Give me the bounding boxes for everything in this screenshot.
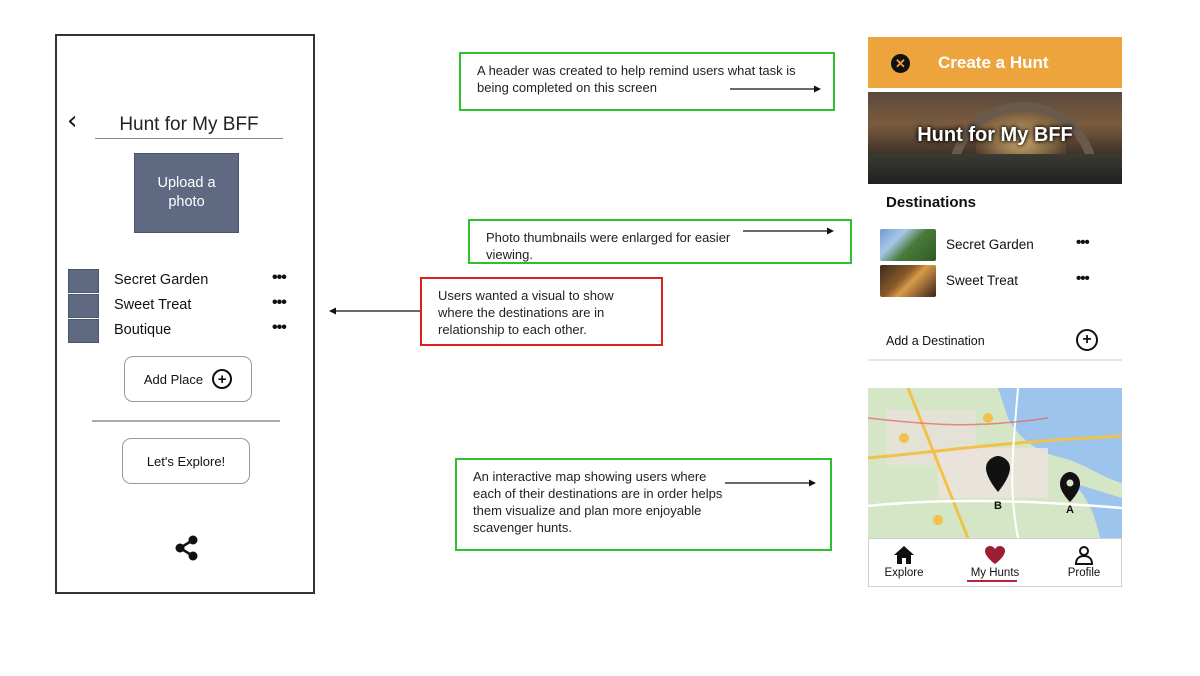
destination-row[interactable]: Secret Garden ••• <box>880 229 1106 261</box>
nav-my-hunts-label: My Hunts <box>970 567 1020 579</box>
annotation-map-request: Users wanted a visual to show where the … <box>420 277 663 346</box>
destination-label: Sweet Treat <box>946 273 1019 288</box>
annotation-map-text: An interactive map showing users where e… <box>473 469 723 535</box>
active-tab-indicator <box>967 580 1017 582</box>
divider <box>868 359 1122 361</box>
bottom-nav: Explore My Hunts Profile <box>868 538 1122 587</box>
destination-thumbnail <box>68 269 99 293</box>
destination-photo <box>880 265 936 297</box>
destination-label: Secret Garden <box>946 237 1034 252</box>
destination-label: Secret Garden <box>114 272 209 288</box>
add-destination-label[interactable]: Add a Destination <box>886 334 985 348</box>
more-icon[interactable]: ••• <box>272 269 287 287</box>
arrow-left-icon <box>329 307 421 315</box>
user-icon <box>1074 546 1094 565</box>
route-map[interactable]: B A <box>868 388 1122 538</box>
nav-my-hunts[interactable]: My Hunts <box>960 543 1030 579</box>
add-place-button[interactable]: Add Place + <box>124 356 252 402</box>
wireframe-destination-row[interactable]: Secret Garden ••• <box>68 269 298 293</box>
home-icon <box>894 546 914 564</box>
more-icon[interactable]: ••• <box>272 319 287 337</box>
destinations-heading: Destinations <box>886 194 977 211</box>
destination-label: Boutique <box>114 322 172 338</box>
plus-circle-icon[interactable]: + <box>1076 329 1098 351</box>
plus-circle-icon: + <box>212 369 233 389</box>
hero-title: Hunt for My BFF <box>917 124 1073 146</box>
more-icon[interactable]: ••• <box>1076 234 1090 251</box>
upload-photo-button[interactable]: Upload a photo <box>134 153 239 233</box>
add-place-label: Add Place <box>143 371 204 387</box>
arrow-right-icon <box>743 227 834 235</box>
chevron-left-icon[interactable]: ‹ <box>67 108 77 134</box>
share-icon[interactable] <box>173 534 201 562</box>
annotation-thumbnails-text: Photo thumbnails were enlarged for easie… <box>486 230 731 262</box>
destination-thumbnail <box>68 319 99 343</box>
destination-label: Sweet Treat <box>114 297 192 313</box>
map-marker-b-label: B <box>994 500 1002 512</box>
divider <box>92 420 280 422</box>
wireframe-screen: ‹ Hunt for My BFF Upload a photo Secret … <box>55 34 315 594</box>
wireframe-destination-row[interactable]: Sweet Treat ••• <box>68 294 298 318</box>
heart-icon <box>985 546 1005 564</box>
arrow-right-icon <box>725 479 816 487</box>
arrow-right-icon <box>730 85 821 93</box>
hero-water <box>868 154 1122 184</box>
nav-explore[interactable]: Explore <box>869 543 939 579</box>
wireframe-title: Hunt for My BFF <box>95 114 283 139</box>
annotation-header: A header was created to help remind user… <box>459 52 835 111</box>
destination-row[interactable]: Sweet Treat ••• <box>880 265 1106 297</box>
wireframe-destination-row[interactable]: Boutique ••• <box>68 319 298 343</box>
nav-explore-label: Explore <box>884 567 924 579</box>
close-icon[interactable]: ✕ <box>891 54 910 73</box>
nav-profile-label: Profile <box>1067 567 1101 579</box>
more-icon[interactable]: ••• <box>272 294 287 312</box>
nav-profile[interactable]: Profile <box>1049 543 1119 579</box>
hunt-hero-image: Hunt for My BFF <box>868 92 1122 184</box>
annotation-map: An interactive map showing users where e… <box>455 458 832 551</box>
destination-thumbnail <box>68 294 99 318</box>
header-title: Create a Hunt <box>938 53 1049 72</box>
map-marker-a-label: A <box>1066 504 1074 516</box>
destination-photo <box>880 229 936 261</box>
more-icon[interactable]: ••• <box>1076 270 1090 287</box>
app-header: ✕ Create a Hunt <box>868 37 1122 88</box>
lets-explore-button[interactable]: Let's Explore! <box>122 438 250 484</box>
